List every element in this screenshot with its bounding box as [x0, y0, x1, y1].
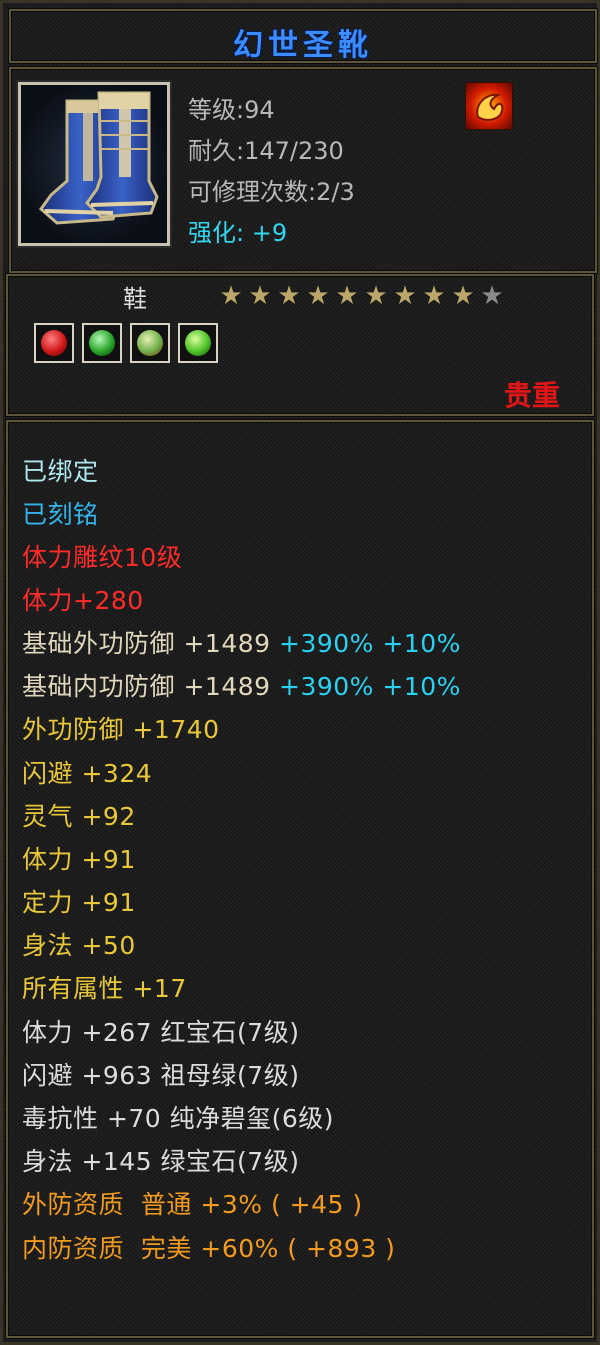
emerald-gem-icon[interactable]: [178, 323, 218, 363]
repair-stat: 可修理次数:2/3: [188, 178, 355, 206]
stamina-line: 体力 +91: [22, 840, 136, 876]
star-icon: ★: [393, 281, 417, 311]
stat-label: 体力: [22, 845, 74, 874]
stat-label: 灵气: [22, 802, 74, 831]
red-gem-icon[interactable]: [34, 323, 74, 363]
stat-label: 闪避: [22, 759, 74, 788]
stat-label: 身法: [22, 931, 74, 960]
flame-emblem-icon: [465, 82, 513, 130]
ext-def-line: 外功防御 +1740: [22, 710, 220, 746]
quality-label: 内防资质: [22, 1234, 125, 1263]
quality-bonus: ( +45 ): [270, 1190, 363, 1219]
dodge-line: 闪避 +324: [22, 754, 152, 790]
level-stat: 等级:94: [188, 96, 275, 124]
star-icon: ★: [219, 281, 243, 311]
int-quality-line: 内防资质 完美 +60% ( +893 ): [22, 1229, 395, 1265]
stat-percent: +390%: [279, 629, 374, 658]
durability-value: 147/230: [244, 137, 344, 165]
stat-percent: +390%: [279, 672, 374, 701]
star-empty-icon: ★: [480, 281, 504, 311]
ext-quality-line: 外防资质 普通 +3% ( +45 ): [22, 1185, 363, 1221]
engraved-status: 已刻铭: [22, 500, 99, 529]
stat-value: +91: [81, 888, 136, 917]
star-icon: ★: [335, 281, 359, 311]
carving-bonus-line: 体力+280: [22, 586, 144, 615]
title-bar: 幻世圣靴: [9, 9, 597, 63]
stat-value: +50: [81, 931, 136, 960]
carving-line: 体力雕纹10级: [22, 543, 183, 572]
enhance-value: +9: [251, 219, 288, 247]
base-ext-def-line: 基础外功防御 +1489 +390% +10%: [22, 624, 461, 660]
quality-label: 外防资质: [22, 1190, 125, 1219]
focus-line: 定力 +91: [22, 883, 136, 919]
level-label: 等级: [188, 96, 236, 124]
stat-value: +1740: [132, 715, 220, 744]
quality-grade: 完美: [140, 1234, 192, 1263]
boots-icon: [38, 91, 159, 225]
jade-gem-icon[interactable]: [130, 323, 170, 363]
stat-label: 所有属性: [22, 974, 125, 1003]
gem-bonus-line: 体力 +267 红宝石(7级): [22, 1018, 300, 1047]
stat-label: 基础内功防御: [22, 672, 176, 701]
enhance-label: 强化:: [188, 219, 245, 247]
stat-percent: +10%: [382, 672, 461, 701]
green-gem-icon[interactable]: [82, 323, 122, 363]
quality-percent: +3%: [200, 1190, 263, 1219]
spirit-line: 灵气 +92: [22, 797, 136, 833]
stat-value: +91: [81, 845, 136, 874]
base-int-def-line: 基础内功防御 +1489 +390% +10%: [22, 667, 461, 703]
durability-label: 耐久: [188, 137, 236, 165]
quality-bonus: ( +893 ): [287, 1234, 396, 1263]
gem-bonus-line: 闪避 +963 祖母绿(7级): [22, 1061, 300, 1090]
stat-value: +1489: [183, 672, 271, 701]
agility-line: 身法 +50: [22, 926, 136, 962]
gem-bonus-line: 毒抗性 +70 纯净碧玺(6级): [22, 1104, 335, 1133]
gem-bonus-line: 身法 +145 绿宝石(7级): [22, 1147, 300, 1176]
bound-status: 已绑定: [22, 457, 99, 486]
enhance-stat: 强化: +9: [188, 213, 287, 248]
quality-grade: 普通: [140, 1190, 192, 1219]
stat-value: +1489: [183, 629, 271, 658]
quality-percent: +60%: [200, 1234, 279, 1263]
stat-label: 外功防御: [22, 715, 125, 744]
item-type-label: 鞋: [123, 285, 147, 313]
star-icon: ★: [306, 281, 330, 311]
stat-value: +92: [81, 802, 136, 831]
star-icon: ★: [248, 281, 272, 311]
durability-stat: 耐久:147/230: [188, 137, 344, 165]
item-name: 幻世圣靴: [233, 28, 373, 63]
stat-label: 定力: [22, 888, 74, 917]
item-icon-frame[interactable]: [18, 82, 170, 246]
repair-value: 2/3: [316, 178, 355, 206]
stat-value: +324: [81, 759, 153, 788]
star-icon: ★: [451, 281, 475, 311]
all-attr-line: 所有属性 +17: [22, 969, 187, 1005]
repair-label: 可修理次数: [188, 178, 308, 206]
stat-label: 基础外功防御: [22, 629, 176, 658]
rarity-label: 贵重: [503, 379, 560, 412]
stat-value: +17: [132, 974, 187, 1003]
star-icon: ★: [364, 281, 388, 311]
level-value: 94: [244, 96, 275, 124]
star-icon: ★: [277, 281, 301, 311]
stat-percent: +10%: [382, 629, 461, 658]
star-icon: ★: [422, 281, 446, 311]
